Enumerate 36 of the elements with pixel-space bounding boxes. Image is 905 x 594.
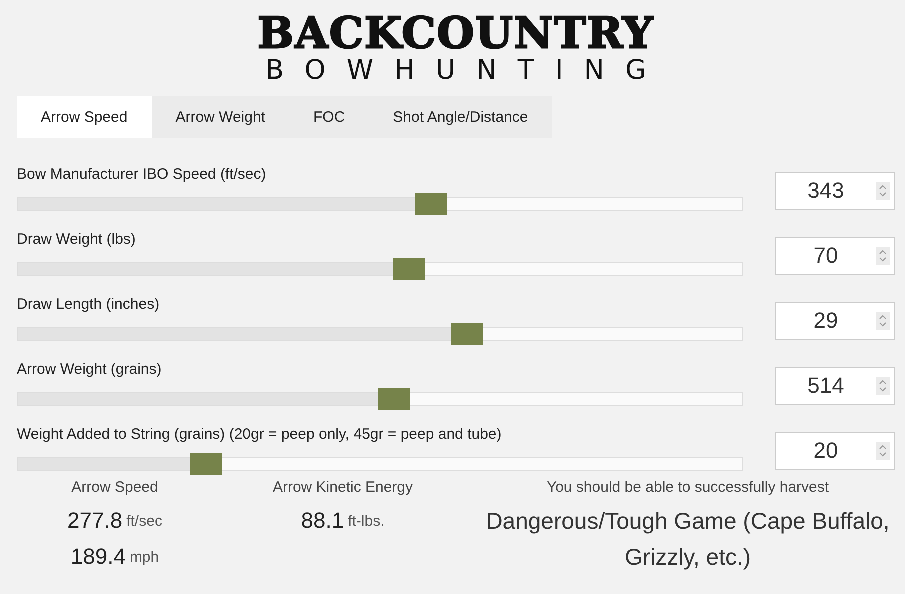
field-label: Bow Manufacturer IBO Speed (ft/sec) <box>17 165 268 185</box>
number-field[interactable]: 343 <box>775 172 895 210</box>
result-unit: ft/sec <box>126 512 162 530</box>
tab[interactable]: FOC <box>289 96 370 138</box>
spinner-icon[interactable] <box>876 442 890 460</box>
slider-thumb[interactable] <box>378 388 410 410</box>
slider-thumb[interactable] <box>392 258 425 280</box>
spinner-icon[interactable] <box>876 312 890 330</box>
result-unit: ft-lbs. <box>348 512 385 530</box>
slider-thumb[interactable] <box>450 322 483 344</box>
slider-thumb[interactable] <box>414 192 447 214</box>
number-field[interactable]: 514 <box>775 366 895 404</box>
number-field[interactable]: 20 <box>775 432 895 470</box>
field-label: Weight Added to String (grains) (20gr = peep only, 45gr = peep and tube) <box>17 425 503 445</box>
verdict-text: Dangerous/Tough Game (Cape Buffalo, Grizzly, etc.) <box>485 507 891 572</box>
result-title: Arrow Kinetic Energy <box>272 478 414 498</box>
result-value: 277.8 <box>68 508 123 534</box>
slider-thumb[interactable] <box>190 452 222 474</box>
spinner-icon[interactable] <box>876 182 890 200</box>
logo-subtitle: BOWHUNTING <box>266 56 668 86</box>
result-value: 88.1 <box>301 508 344 534</box>
verdict-title: You should be able to successfully harvest <box>546 478 830 498</box>
logo-title: BACKCOUNTRY <box>258 12 654 56</box>
field-label: Draw Weight (lbs) <box>17 230 137 250</box>
field-label: Draw Length (inches) <box>17 295 161 315</box>
number-field[interactable]: 70 <box>775 236 895 274</box>
number-field[interactable]: 29 <box>775 302 895 340</box>
result-unit: mph <box>130 548 160 566</box>
tab[interactable]: Arrow Speed <box>17 96 152 138</box>
result-title: Arrow Speed <box>72 478 158 498</box>
spinner-icon[interactable] <box>876 376 890 394</box>
spinner-icon[interactable] <box>876 246 890 264</box>
tab[interactable]: Arrow Weight <box>152 96 290 138</box>
result-value: 189.4 <box>70 544 126 570</box>
tab[interactable]: Shot Angle/Distance <box>369 96 552 138</box>
field-label: Arrow Weight (grains) <box>17 360 163 380</box>
